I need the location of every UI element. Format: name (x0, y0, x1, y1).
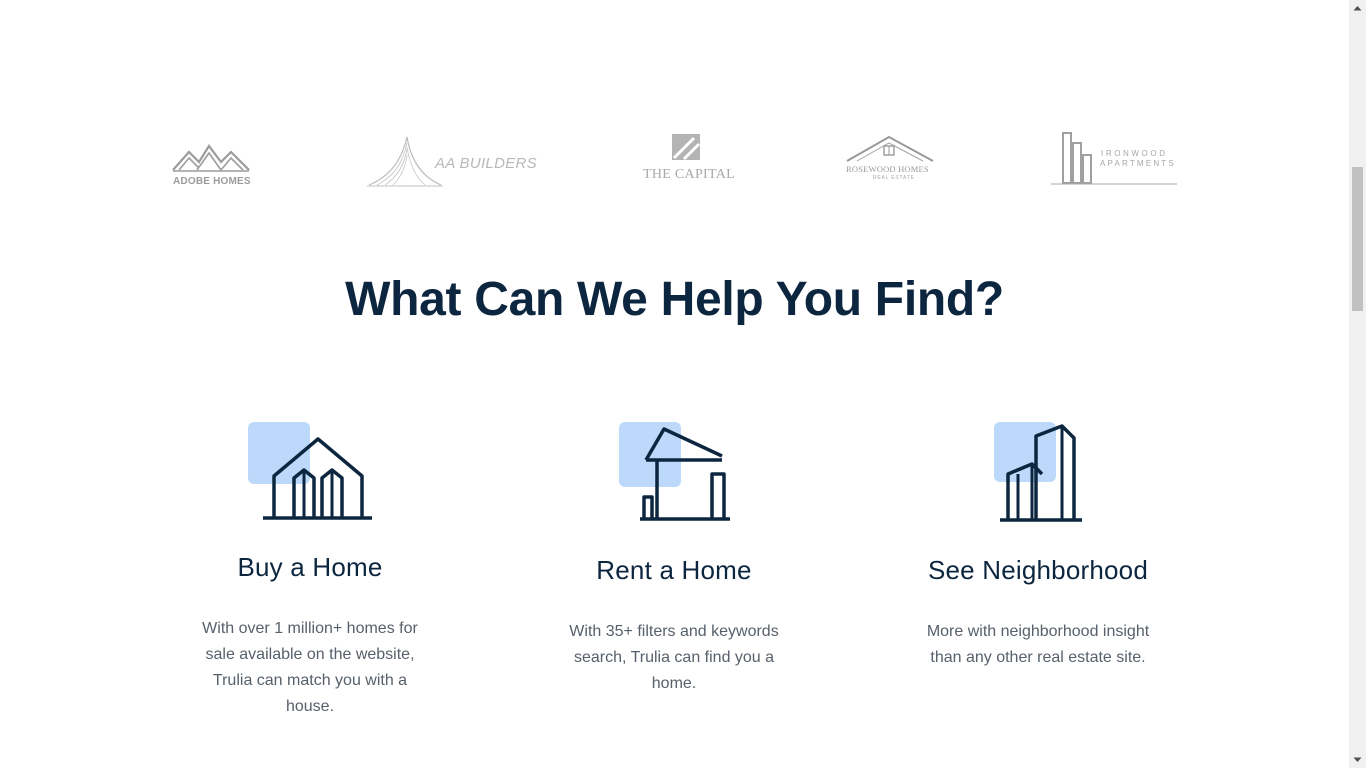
rosewood-homes-logo: ROSEWOOD HOMES REAL ESTATE (845, 135, 937, 185)
neighborhood-icon-wrap (888, 420, 1188, 525)
the-capital-logo: THE CAPITAL (641, 134, 736, 184)
scroll-up-arrow-icon[interactable] (1349, 0, 1366, 17)
section-heading: What Can We Help You Find? (345, 273, 1004, 326)
card-description: With over 1 million+ homes for sale avai… (202, 620, 418, 715)
ironwood-apartments-logo: IRONWOOD APARTMENTS (1049, 131, 1179, 187)
page: ADOBE HOMES AA BUILDERS THE CAPITAL ROSE… (0, 0, 1349, 768)
buy-home-icon-wrap (160, 420, 460, 525)
card-description: With 35+ filters and keywords search, Tr… (569, 623, 779, 692)
pyramid-lines-icon (367, 136, 443, 187)
rent-house-icon (640, 427, 730, 521)
aa-builders-text: AA BUILDERS (435, 155, 537, 172)
mountains-icon (172, 144, 250, 172)
adobe-homes-text: ADOBE HOMES (173, 176, 251, 187)
ironwood-text: IRONWOOD (1101, 149, 1168, 158)
vertical-scrollbar[interactable] (1349, 0, 1366, 768)
capital-mark-icon (672, 134, 701, 161)
rent-home-icon-wrap (524, 420, 824, 525)
the-capital-text: THE CAPITAL (643, 167, 736, 182)
scrollbar-thumb[interactable] (1352, 167, 1363, 311)
house-icon (263, 437, 372, 520)
card-buy-home[interactable]: Buy a Home With over 1 million+ homes fo… (160, 420, 460, 715)
scroll-down-arrow-icon[interactable] (1349, 751, 1366, 768)
rosewood-sub-text: REAL ESTATE (873, 175, 915, 181)
card-title: Rent a Home (596, 555, 752, 585)
card-title: See Neighborhood (927, 555, 1149, 585)
card-see-neighborhood[interactable]: See Neighborhood More with neighborhood … (888, 420, 1188, 666)
aa-builders-logo: AA BUILDERS (365, 133, 537, 188)
partner-logos: ADOBE HOMES AA BUILDERS THE CAPITAL ROSE… (0, 128, 1349, 190)
card-description: More with neighborhood insight than any … (926, 623, 1150, 666)
buildings-icon (1000, 424, 1082, 522)
card-rent-home[interactable]: Rent a Home With 35+ filters and keyword… (524, 420, 824, 692)
apartments-text: APARTMENTS (1100, 159, 1176, 168)
rosewood-homes-text: ROSEWOOD HOMES (846, 164, 929, 174)
adobe-homes-logo: ADOBE HOMES (171, 140, 253, 187)
card-title: Buy a Home (237, 552, 383, 582)
roof-house-icon (846, 135, 934, 162)
